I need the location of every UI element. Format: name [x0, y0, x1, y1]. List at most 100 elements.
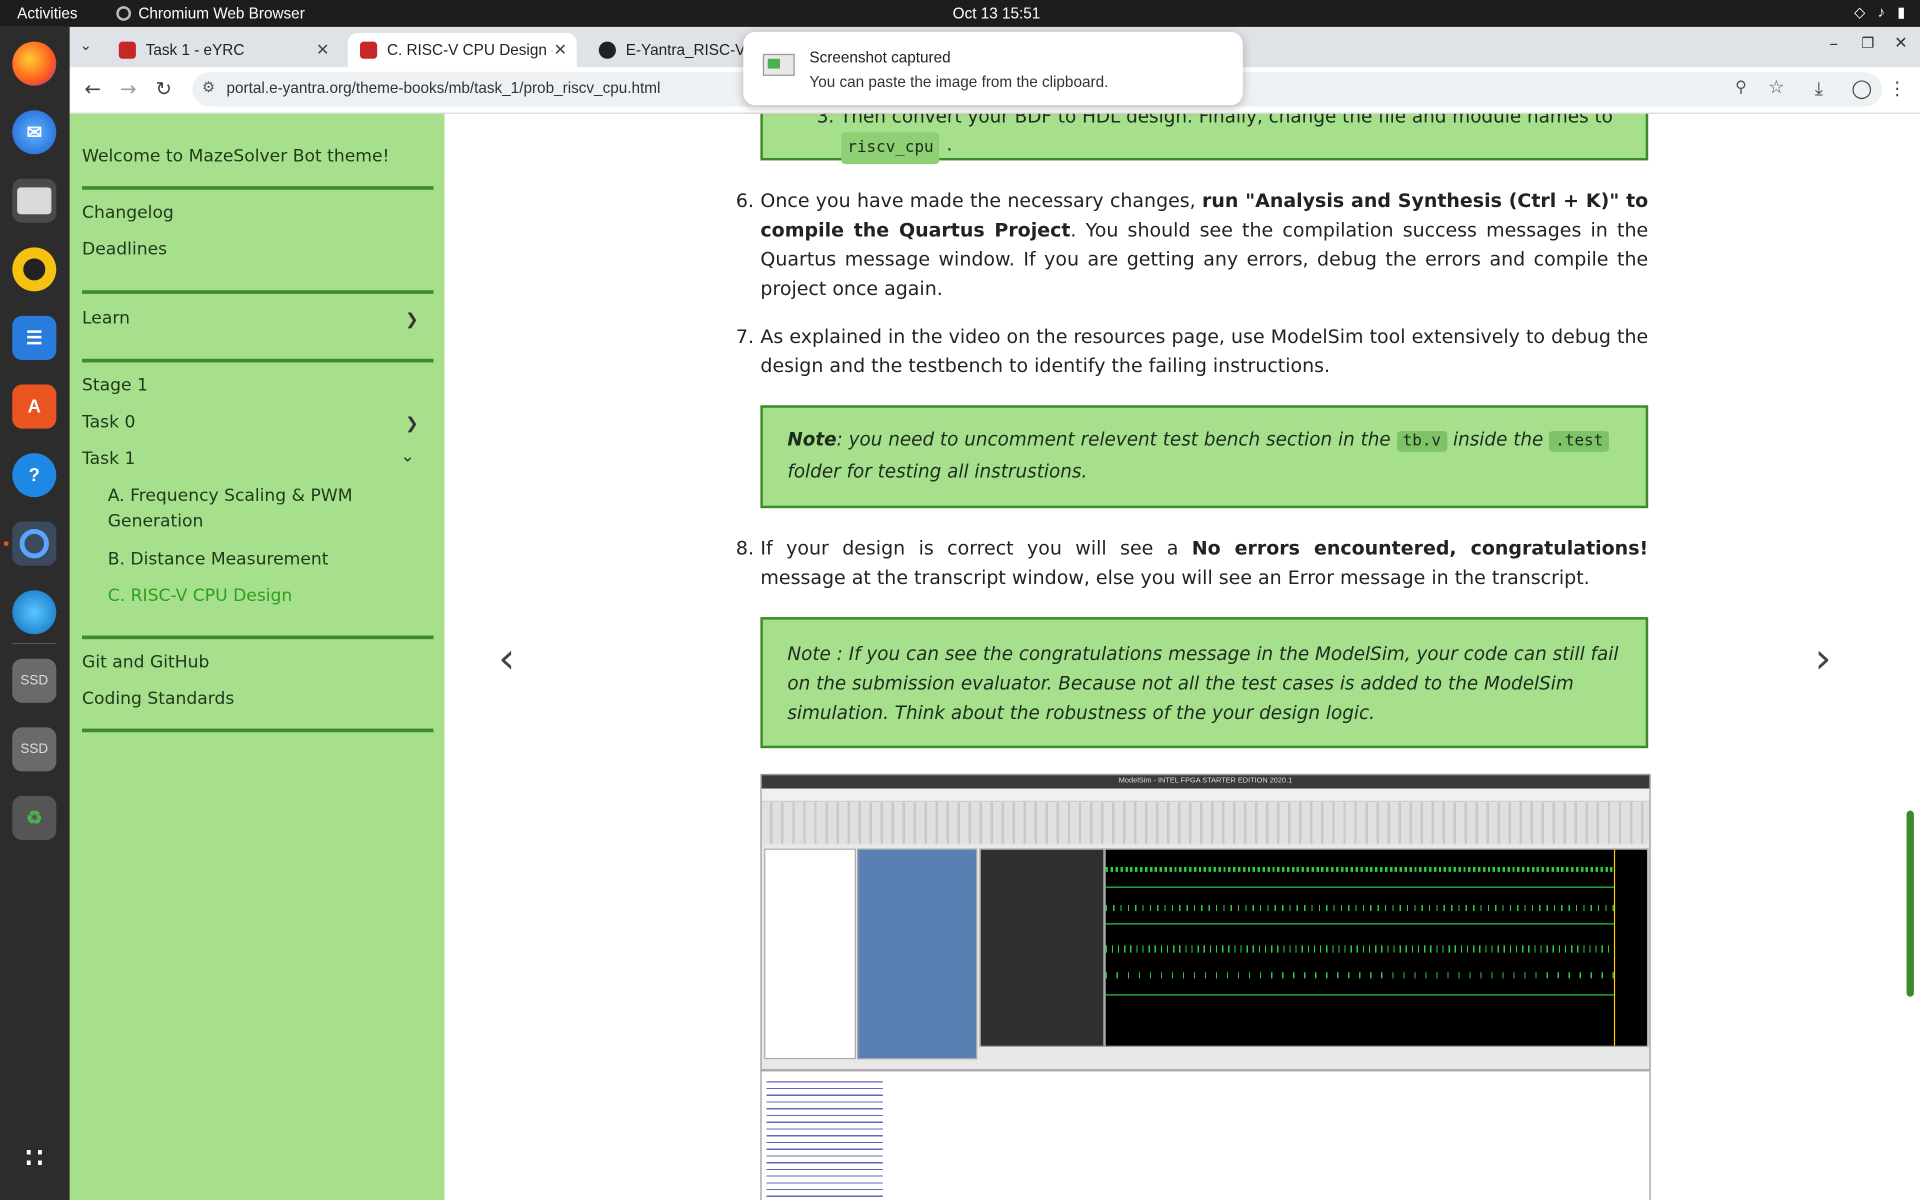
sidebar-item-deadlines[interactable]: Deadlines [82, 240, 167, 260]
close-tab-icon[interactable]: ✕ [554, 40, 567, 60]
page-scrollbar[interactable] [1906, 810, 1914, 997]
screenshot-icon [762, 53, 795, 76]
download-icon[interactable]: ⤓ [1815, 77, 1823, 99]
github-favicon-icon [598, 41, 616, 59]
book-sidebar: Welcome to MazeSolver Bot theme! Changel… [69, 113, 445, 1200]
chromium-dock-icon[interactable] [12, 521, 57, 566]
dock-separator [12, 642, 57, 645]
sidebar-item-task0[interactable]: Task 0 [82, 413, 135, 433]
firefox-icon[interactable] [12, 41, 57, 86]
modelsim-toolbar [761, 802, 1650, 844]
step6-text: Once you have made the necessary changes… [760, 189, 1649, 301]
eyrc-favicon-icon [360, 41, 378, 59]
edge-icon[interactable] [12, 590, 57, 635]
sidebar-item-coding[interactable]: Coding Standards [82, 689, 234, 709]
volume-icon: ♪ [1877, 3, 1885, 21]
sidebar-divider [82, 728, 434, 733]
app-menu[interactable]: Chromium Web Browser [116, 5, 305, 22]
writer-icon[interactable]: ☰ [12, 315, 57, 361]
bookmark-star-icon[interactable]: ☆ [1768, 76, 1784, 98]
site-info-icon[interactable]: ⚙ [202, 78, 215, 95]
url-text: portal.e-yantra.org/theme-books/mb/task_… [226, 79, 661, 97]
notification-title: Screenshot captured [809, 48, 951, 67]
menu-icon[interactable]: ⋮ [1888, 77, 1906, 99]
maximize-icon[interactable]: ❐ [1861, 34, 1874, 51]
trash-icon[interactable]: ♻ [12, 795, 57, 841]
modelsim-transcript [761, 1068, 1650, 1200]
rhythmbox-icon[interactable] [12, 247, 57, 292]
forward-icon[interactable]: → [120, 77, 136, 100]
activities-button[interactable]: Activities [17, 5, 77, 22]
previous-chapter-icon[interactable]: ‹ [498, 634, 515, 683]
ssd-drive-icon[interactable]: SSD [12, 727, 57, 772]
sidebar-divider [82, 358, 434, 363]
sidebar-divider [82, 290, 434, 294]
step5-code: riscv_cpu [841, 132, 940, 165]
modelsim-wave-pane [1104, 848, 1649, 1047]
step5-text: 3. Then convert your BDF to HDL design. … [816, 113, 1613, 128]
chevron-right-icon[interactable]: ❯ [405, 415, 418, 433]
chevron-down-icon[interactable]: ⌄ [400, 447, 414, 467]
note-label: Note [787, 428, 837, 451]
step5-period: . [946, 133, 953, 156]
eyrc-favicon-icon [118, 41, 136, 59]
tab-search-icon[interactable]: ⌄ [80, 37, 92, 54]
thunderbird-icon[interactable]: ✉ [12, 110, 57, 155]
main-content: ‹ › 3. Then convert your BDF to HDL desi… [444, 113, 1920, 1200]
next-chapter-icon[interactable]: › [1815, 634, 1832, 683]
sidebar-divider [82, 186, 434, 190]
modelsim-menubar [761, 788, 1650, 803]
zoom-icon[interactable]: ⚲ [1735, 78, 1747, 96]
sidebar-item-riscv-active[interactable]: C. RISC-V CPU Design [108, 584, 390, 610]
note-box-testbench: Note: you need to uncomment relevent tes… [760, 405, 1649, 509]
sidebar-item-freq-scaling[interactable]: A. Frequency Scaling & PWM Generation [108, 484, 390, 535]
sidebar-divider [82, 635, 434, 640]
sidebar-item-stage1[interactable]: Stage 1 [82, 376, 148, 396]
tab-title: C. RISC-V CPU Design - M [386, 41, 552, 59]
system-tray[interactable]: ◇ ♪ ▮ [1854, 4, 1905, 21]
sidebar-item-learn[interactable]: Learn [82, 309, 130, 329]
chromium-icon [116, 6, 132, 21]
help-icon[interactable]: ? [12, 453, 57, 498]
sidebar-item-welcome[interactable]: Welcome to MazeSolver Bot theme! [82, 147, 389, 167]
app-center-icon[interactable]: A [12, 384, 57, 429]
tab-riscv-active[interactable]: C. RISC-V CPU Design - M ✕ [347, 33, 577, 68]
step7-text: As explained in the video on the resourc… [760, 325, 1649, 378]
modelsim-screenshot: ModelSim - INTEL FPGA STARTER EDITION 20… [760, 773, 1651, 1200]
step6-number: 6. [735, 189, 755, 212]
tab-title: Task 1 - eYRC [145, 41, 245, 59]
chevron-right-icon[interactable]: ❯ [405, 311, 418, 329]
close-tab-icon[interactable]: ✕ [316, 40, 329, 60]
step5-box: 3. Then convert your BDF to HDL design. … [760, 113, 1649, 165]
tab-task1[interactable]: Task 1 - eYRC ✕ [107, 33, 340, 67]
test-folder-code: .test [1549, 431, 1610, 452]
step8-number: 8. [735, 537, 755, 560]
close-window-icon[interactable]: ✕ [1894, 34, 1907, 52]
dock: ✉ ☰ A ? SSD SSD ♻ ∷ [0, 26, 70, 1200]
app-grid-icon[interactable]: ∷ [12, 1136, 56, 1180]
note-box-evaluator: Note : If you can see the congratulation… [760, 617, 1649, 749]
reload-icon[interactable]: ↻ [156, 77, 172, 100]
wifi-icon: ◇ [1854, 3, 1866, 21]
screenshot-notification[interactable]: Screenshot captured You can paste the im… [743, 31, 1243, 106]
tb-code: tb.v [1396, 431, 1448, 452]
modelsim-wave-names [979, 848, 1105, 1047]
notification-body: You can paste the image from the clipboa… [809, 73, 1109, 91]
sidebar-item-task1[interactable]: Task 1 [82, 449, 135, 469]
modelsim-title: ModelSim - INTEL FPGA STARTER EDITION 20… [761, 775, 1650, 789]
battery-icon: ▮ [1897, 3, 1906, 21]
clock[interactable]: Oct 13 15:51 [953, 5, 1041, 22]
system-top-bar: Activities Chromium Web Browser Oct 13 1… [0, 0, 1920, 27]
back-icon[interactable]: ← [84, 77, 100, 100]
running-indicator [3, 541, 9, 547]
sidebar-item-changelog[interactable]: Changelog [82, 203, 174, 223]
files-icon[interactable] [12, 178, 57, 223]
step8-text: If your design is correct you will see a… [760, 537, 1649, 589]
profile-icon[interactable]: ◯ [1851, 77, 1872, 99]
sidebar-item-git[interactable]: Git and GitHub [82, 653, 209, 673]
minimize-icon[interactable]: – [1829, 34, 1838, 54]
modelsim-instance-pane [764, 848, 856, 1060]
modelsim-objects-pane [857, 848, 978, 1060]
sidebar-item-distance[interactable]: B. Distance Measurement [108, 547, 390, 573]
ssd-drive-icon[interactable]: SSD [12, 658, 57, 703]
